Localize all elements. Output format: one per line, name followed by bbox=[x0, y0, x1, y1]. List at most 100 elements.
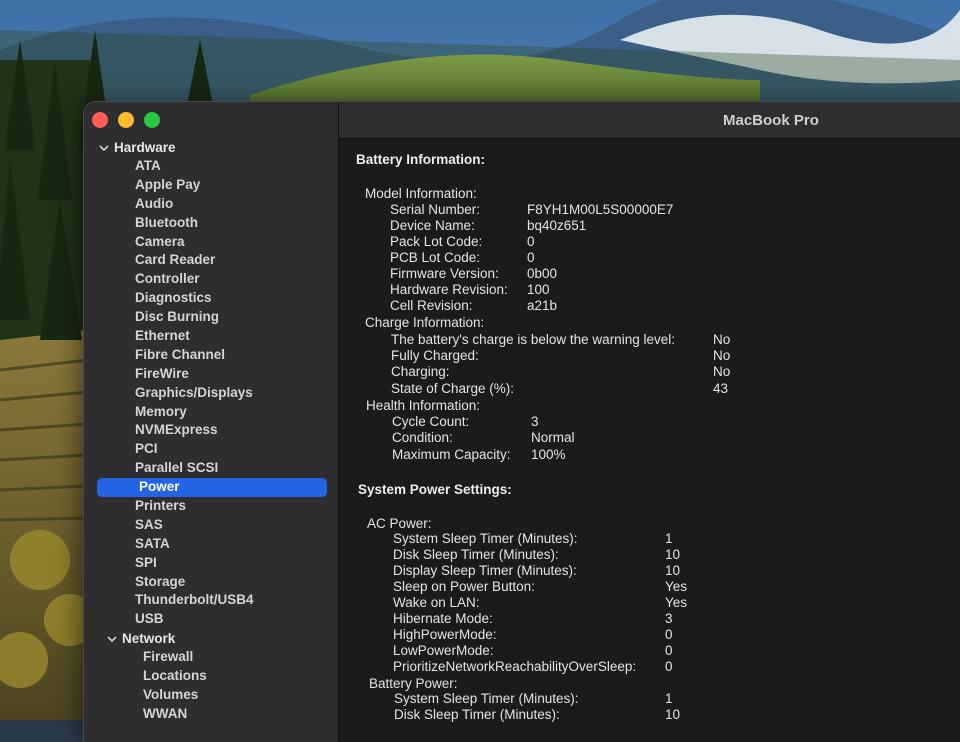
row-value: Yes bbox=[665, 579, 688, 594]
info-row: Sleep on Power Button: Yes bbox=[393, 579, 723, 595]
info-row: The battery's charge is below the warnin… bbox=[391, 332, 741, 348]
info-row: Hardware Revision: 100 bbox=[390, 282, 710, 298]
row-value: 3 bbox=[665, 611, 673, 626]
sidebar-group-hardware[interactable]: Hardware bbox=[84, 138, 338, 157]
close-window-button[interactable] bbox=[92, 112, 108, 128]
info-row: Fully Charged: No bbox=[391, 348, 741, 364]
info-row: Cycle Count: 3 bbox=[392, 414, 712, 430]
row-label: Disk Sleep Timer (Minutes): bbox=[393, 547, 559, 562]
row-label: PCB Lot Code: bbox=[390, 250, 481, 265]
info-row: Condition: Normal bbox=[392, 430, 712, 446]
row-label: Cycle Count: bbox=[392, 414, 470, 429]
row-value: 100 bbox=[527, 282, 550, 297]
sidebar-item-diagnostics[interactable]: Diagnostics bbox=[84, 289, 338, 308]
row-value: 0 bbox=[527, 234, 535, 249]
window-title: MacBook Pro bbox=[723, 111, 819, 129]
sidebar-item-memory[interactable]: Memory bbox=[84, 403, 338, 422]
info-row: Cell Revision: a21b bbox=[390, 298, 710, 314]
row-value: 100% bbox=[531, 447, 566, 462]
row-value: 10 bbox=[665, 547, 681, 562]
sidebar-item-audio[interactable]: Audio bbox=[84, 195, 338, 214]
sidebar-item-ata[interactable]: ATA bbox=[84, 157, 338, 176]
info-row: HighPowerMode: 0 bbox=[393, 627, 723, 643]
row-value: 0 bbox=[665, 643, 673, 658]
sidebar-item-thunderbolt-usb4[interactable]: Thunderbolt/USB4 bbox=[84, 591, 338, 610]
info-row: Device Name: bq40z651 bbox=[390, 218, 710, 234]
sidebar-item-camera[interactable]: Camera bbox=[84, 233, 338, 252]
sidebar-item-graphics-displays[interactable]: Graphics/Displays bbox=[84, 384, 338, 403]
info-row: Wake on LAN: Yes bbox=[393, 595, 723, 611]
row-label: Hardware Revision: bbox=[390, 282, 508, 297]
row-label: Maximum Capacity: bbox=[392, 447, 511, 462]
row-value: 0 bbox=[665, 627, 673, 642]
row-label: Wake on LAN: bbox=[393, 595, 480, 610]
system-information-window: Hardware ATA Apple Pay Audio Bluetooth C… bbox=[84, 102, 960, 742]
row-label: Hibernate Mode: bbox=[393, 611, 493, 626]
sidebar-group-label: Hardware bbox=[114, 140, 176, 155]
sidebar-item-firewall[interactable]: Firewall bbox=[84, 648, 338, 667]
row-label: Firmware Version: bbox=[390, 266, 499, 281]
sidebar-item-sas[interactable]: SAS bbox=[84, 516, 338, 535]
sidebar-item-storage[interactable]: Storage bbox=[84, 573, 338, 592]
row-label: System Sleep Timer (Minutes): bbox=[394, 691, 579, 706]
sidebar-item-sata[interactable]: SATA bbox=[84, 535, 338, 554]
row-label: Fully Charged: bbox=[391, 348, 479, 363]
row-value: 0 bbox=[527, 250, 535, 265]
sidebar-item-nvmexpress[interactable]: NVMExpress bbox=[84, 421, 338, 440]
sidebar-item-printers[interactable]: Printers bbox=[84, 497, 338, 516]
sidebar-item-controller[interactable]: Controller bbox=[84, 270, 338, 289]
info-row: Serial Number: F8YH1M00L5S00000E7 bbox=[390, 202, 710, 218]
sidebar-item-apple-pay[interactable]: Apple Pay bbox=[84, 176, 338, 195]
row-label: Serial Number: bbox=[390, 202, 481, 217]
sidebar-item-firewire[interactable]: FireWire bbox=[84, 365, 338, 384]
row-value: 1 bbox=[665, 691, 673, 706]
row-label: Cell Revision: bbox=[390, 298, 473, 313]
subsection-health: Health Information: bbox=[366, 398, 481, 413]
info-row: Disk Sleep Timer (Minutes): 10 bbox=[394, 707, 724, 723]
sidebar-item-volumes[interactable]: Volumes bbox=[84, 686, 338, 705]
sidebar-item-bluetooth[interactable]: Bluetooth bbox=[84, 214, 338, 233]
row-label: Display Sleep Timer (Minutes): bbox=[393, 563, 577, 578]
row-value: 0 bbox=[665, 659, 673, 674]
sidebar-item-ethernet[interactable]: Ethernet bbox=[84, 327, 338, 346]
row-value: 10 bbox=[665, 563, 681, 578]
sidebar-item-spi[interactable]: SPI bbox=[84, 554, 338, 573]
info-row: LowPowerMode: 0 bbox=[393, 643, 723, 659]
row-value: 43 bbox=[713, 381, 729, 396]
info-row: State of Charge (%): 43 bbox=[391, 381, 741, 397]
row-label: PrioritizeNetworkReachabilityOverSleep: bbox=[393, 659, 637, 674]
minimize-window-button[interactable] bbox=[118, 112, 134, 128]
window-titlebar: MacBook Pro bbox=[339, 102, 960, 139]
row-value: 0b00 bbox=[527, 266, 558, 281]
row-label: System Sleep Timer (Minutes): bbox=[393, 531, 578, 546]
row-label: LowPowerMode: bbox=[393, 643, 494, 658]
info-row: Firmware Version: 0b00 bbox=[390, 266, 710, 282]
section-title-power: System Power Settings: bbox=[358, 482, 512, 497]
row-label: The battery's charge is below the warnin… bbox=[391, 332, 675, 347]
row-value: 1 bbox=[665, 531, 673, 546]
subsection-battery-power: Battery Power: bbox=[369, 676, 458, 691]
sidebar-group-network[interactable]: Network bbox=[84, 629, 338, 648]
sidebar-item-fibre-channel[interactable]: Fibre Channel bbox=[84, 346, 338, 365]
sidebar-group-label: Network bbox=[122, 631, 176, 647]
row-value: F8YH1M00L5S00000E7 bbox=[527, 202, 674, 217]
zoom-window-button[interactable] bbox=[144, 112, 160, 128]
row-value: 3 bbox=[531, 414, 539, 429]
sidebar-item-locations[interactable]: Locations bbox=[84, 667, 338, 686]
sidebar-tree: Hardware ATA Apple Pay Audio Bluetooth C… bbox=[84, 138, 338, 724]
row-value: No bbox=[713, 364, 731, 379]
detail-pane: MacBook Pro Battery Information: Model I… bbox=[339, 102, 960, 742]
sidebar-item-wwan[interactable]: WWAN bbox=[84, 705, 338, 724]
sidebar-item-pci[interactable]: PCI bbox=[84, 440, 338, 459]
sidebar-item-usb[interactable]: USB bbox=[84, 610, 338, 629]
sidebar-item-card-reader[interactable]: Card Reader bbox=[84, 251, 338, 270]
chevron-down-icon[interactable] bbox=[106, 633, 118, 645]
section-title-battery: Battery Information: bbox=[356, 152, 486, 167]
row-label: Pack Lot Code: bbox=[390, 234, 483, 249]
row-value: Normal bbox=[531, 430, 575, 445]
subsection-charge: Charge Information: bbox=[365, 315, 485, 330]
sidebar-item-disc-burning[interactable]: Disc Burning bbox=[84, 308, 338, 327]
sidebar-item-power[interactable]: Power bbox=[97, 478, 327, 498]
sidebar-item-parallel-scsi[interactable]: Parallel SCSI bbox=[84, 459, 338, 478]
chevron-down-icon[interactable] bbox=[98, 142, 110, 154]
